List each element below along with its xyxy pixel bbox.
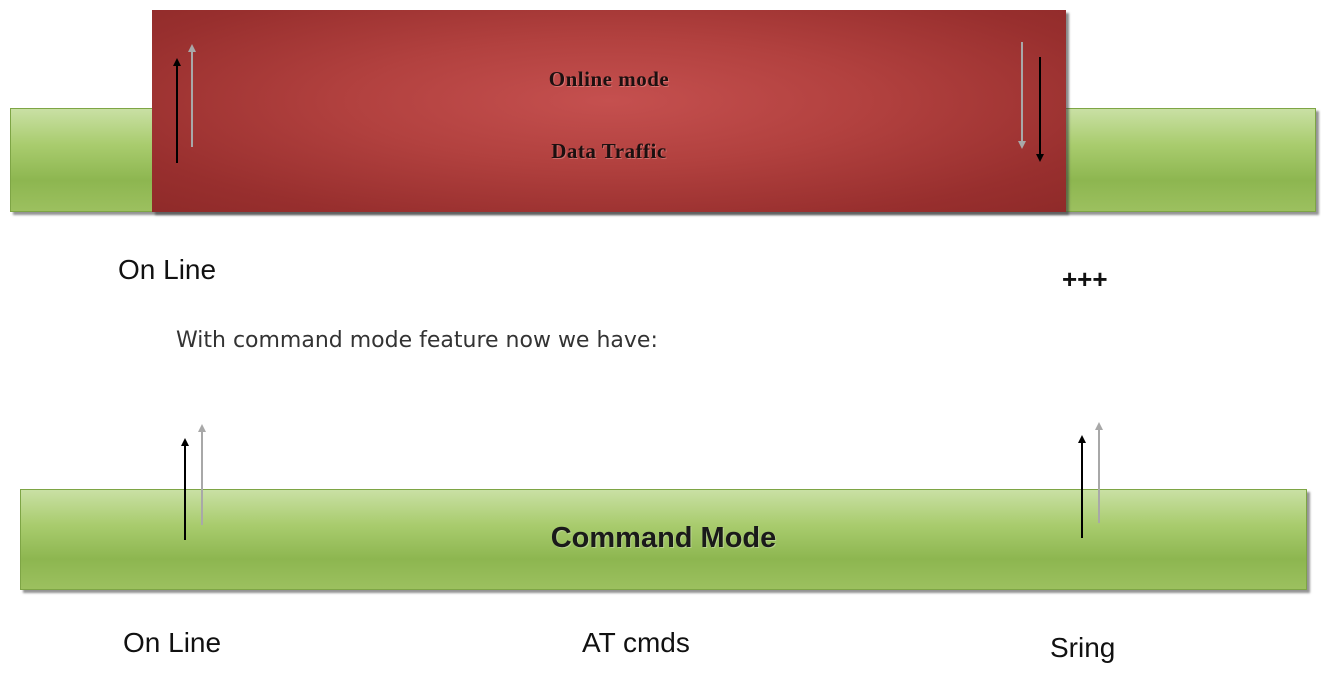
- data-traffic-label: Data Traffic: [551, 139, 667, 163]
- caption-text: With command mode feature now we have:: [176, 328, 658, 353]
- command-mode-title: Command Mode: [550, 522, 777, 554]
- top-online-label: On Line: [118, 254, 217, 285]
- at-cmds-label: AT cmds: [582, 627, 690, 658]
- bottom-online-label: On Line: [123, 627, 222, 658]
- command-mode-bar: Command Mode: [20, 489, 1307, 590]
- online-mode-block: Online mode Data Traffic: [152, 10, 1066, 212]
- escape-sequence-label: +++: [1062, 264, 1108, 294]
- sring-label: Sring: [1050, 632, 1116, 663]
- online-mode-title: Online mode: [548, 67, 670, 91]
